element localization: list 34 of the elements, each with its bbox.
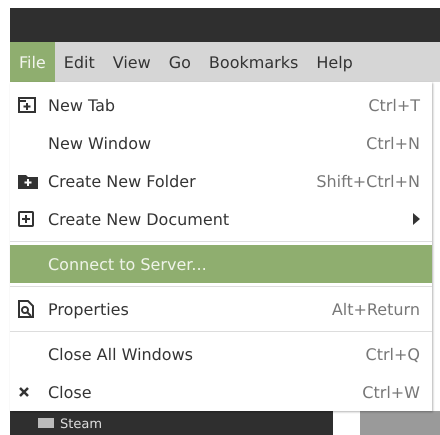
menu-item-label: Create New Folder <box>48 172 197 190</box>
menu-title[interactable]: Edit <box>54 42 104 82</box>
folder-plus-icon <box>18 173 38 189</box>
shortcut-text: Ctrl+T <box>368 96 420 114</box>
shortcut-text: Ctrl+Q <box>366 344 420 364</box>
menu-item[interactable]: New Window Ctrl+N <box>10 124 432 162</box>
menu-item-label: Create New Document <box>48 210 230 228</box>
menu-item[interactable]: Create New Folder Shift+Ctrl+N <box>10 162 432 200</box>
menu-item-label: Close All Windows <box>48 344 194 364</box>
document-plus-icon <box>18 211 34 227</box>
menu-item-label: New Window <box>48 134 152 152</box>
shortcut-text: Ctrl+N <box>366 134 420 152</box>
document-search-icon <box>18 300 34 318</box>
menu-item[interactable]: Properties Alt+Return <box>10 290 432 328</box>
shortcut-text: Ctrl+W <box>362 382 420 402</box>
shortcut-text: Shift+Ctrl+N <box>316 172 420 190</box>
menu-item[interactable]: New Tab Ctrl+T <box>10 86 432 124</box>
menu-title[interactable]: Help <box>307 42 362 82</box>
menu-item[interactable]: Create New Document <box>10 200 432 238</box>
menu-item-label: New Tab <box>48 96 116 114</box>
menu-title[interactable]: View <box>104 42 160 82</box>
close-icon <box>18 386 30 398</box>
shortcut-text: Alt+Return <box>332 300 420 318</box>
menu-item-label: Close <box>48 382 93 402</box>
menu-item[interactable]: Close Ctrl+W <box>10 373 432 411</box>
folder-icon <box>38 418 54 428</box>
menu-item-label: Connect to Server... <box>48 254 208 274</box>
menu-item-label: Properties <box>48 300 130 318</box>
menu-item[interactable]: Close All Windows Ctrl+Q <box>10 335 432 373</box>
submenu-arrow-icon <box>413 213 420 225</box>
menu-title[interactable]: Bookmarks <box>200 42 308 82</box>
new-tab-icon <box>18 97 36 113</box>
menu-title[interactable]: Go <box>160 42 200 82</box>
sidebar-item[interactable]: Steam <box>60 417 102 433</box>
